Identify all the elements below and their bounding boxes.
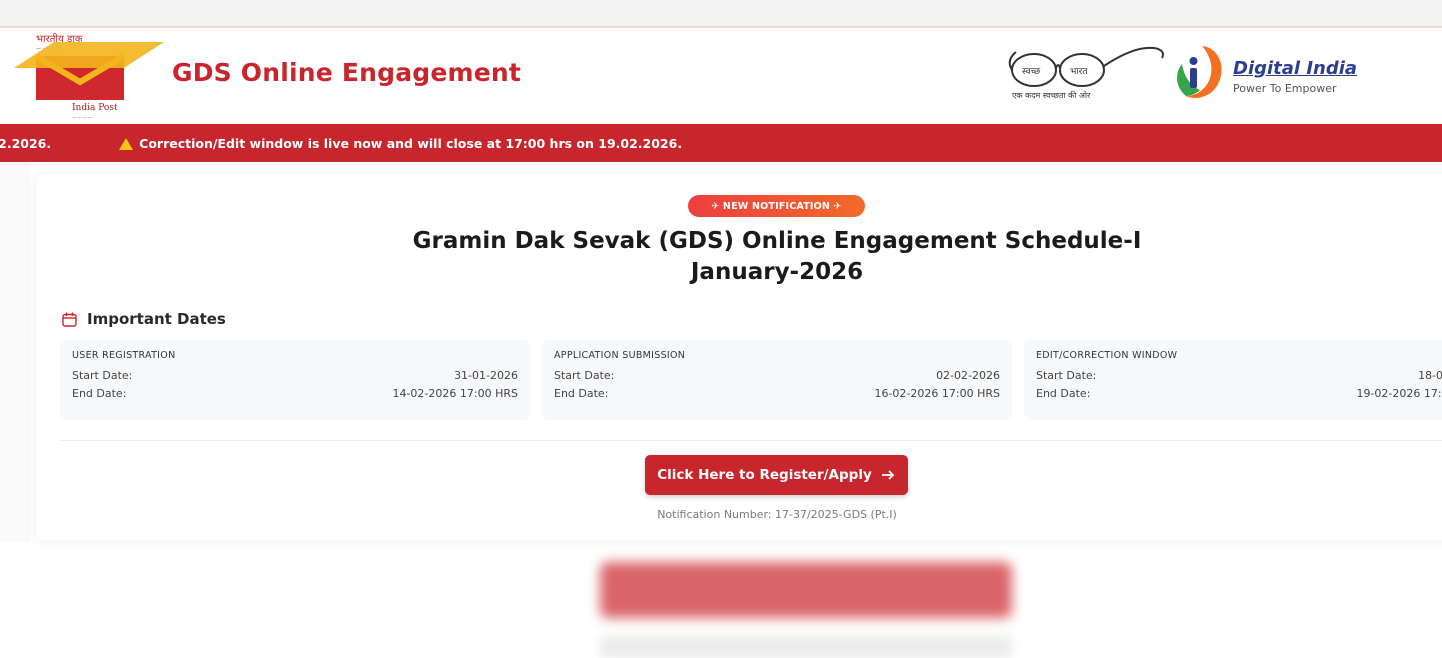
start-date-value: 31-01-2026 — [454, 369, 518, 382]
date-box-application-submission: APPLICATION SUBMISSION Start Date: 02-02… — [542, 340, 1012, 420]
start-date-label: Start Date: — [1036, 369, 1097, 382]
end-date-value: 16-02-2026 17:00 HRS — [874, 387, 1000, 400]
ticker-text: 9.02.2026. — [0, 136, 52, 151]
left-edge-panel — [0, 162, 30, 542]
digital-india-logo-icon — [1177, 46, 1222, 98]
important-dates-label: Important Dates — [87, 310, 226, 328]
section-divider — [60, 440, 1442, 441]
important-dates-heading: Important Dates — [62, 310, 226, 328]
ticker-item: Correction/Edit window is live now and w… — [119, 136, 682, 151]
notification-number: Notification Number: 17-37/2025-GDS (Pt.… — [657, 508, 897, 521]
app-title: GDS Online Engagement — [172, 58, 522, 87]
india-post-logo[interactable]: भारतीय डाक — — — — India Post — — — — — [14, 30, 164, 122]
start-date-label: Start Date: — [72, 369, 133, 382]
end-date-value: 14-02-2026 17:00 HRS — [392, 387, 518, 400]
site-header: भारतीय डाक — — — — India Post — — — — GD… — [0, 28, 1442, 124]
arrow-right-icon — [881, 470, 895, 480]
page-title-line1: Gramin Dak Sevak (GDS) Online Engagement… — [412, 228, 1142, 254]
date-box-title: EDIT/CORRECTION WINDOW — [1036, 350, 1178, 361]
svg-text:— — — —: — — — — — [72, 115, 92, 120]
start-date-label: Start Date: — [554, 369, 615, 382]
end-date-row: End Date: 14-02-2026 17:00 HRS — [72, 387, 518, 400]
calendar-icon — [62, 312, 77, 327]
blurred-strip-overlay — [600, 636, 1012, 658]
end-date-label: End Date: — [554, 387, 609, 400]
announcement-ticker: 9.02.2026. Correction/Edit window is liv… — [0, 124, 1442, 162]
ticker-item: 9.02.2026. — [0, 136, 51, 151]
end-date-label: End Date: — [1036, 387, 1091, 400]
end-date-row: End Date: 19-02-2026 17:00 HRS — [1036, 387, 1442, 400]
warning-icon — [119, 137, 134, 150]
start-date-value: 02-02-2026 — [936, 369, 1000, 382]
end-date-value: 19-02-2026 17:00 HRS — [1356, 387, 1442, 400]
bharat-word: भारत — [1070, 67, 1088, 77]
swachh-word: स्वच्छ — [1022, 67, 1041, 77]
logo-english-text: India Post — [72, 103, 118, 113]
start-date-row: Start Date: 02-02-2026 — [554, 369, 1000, 382]
register-apply-button[interactable]: Click Here to Register/Apply — [645, 455, 908, 495]
date-box-user-registration: USER REGISTRATION Start Date: 31-01-2026… — [60, 340, 530, 420]
digital-india-title: Digital India — [1233, 58, 1358, 79]
browser-top-strip — [0, 0, 1442, 28]
register-apply-label: Click Here to Register/Apply — [657, 467, 872, 483]
swachh-tagline: एक कदम स्वच्छता की ओर — [1012, 91, 1091, 100]
end-date-row: End Date: 16-02-2026 17:00 HRS — [554, 387, 1000, 400]
start-date-row: Start Date: 31-01-2026 — [72, 369, 518, 382]
new-notification-badge: ✈ NEW NOTIFICATION ✈ — [688, 195, 865, 217]
start-date-row: Start Date: 18-02-2026 — [1036, 369, 1442, 382]
page-title-line2: January-2026 — [690, 259, 864, 285]
end-date-label: End Date: — [72, 387, 127, 400]
digital-india-subtitle: Power To Empower — [1233, 82, 1337, 95]
page-title: Gramin Dak Sevak (GDS) Online Engagement… — [300, 226, 1254, 288]
blurred-button-overlay — [600, 562, 1012, 618]
date-box-title: APPLICATION SUBMISSION — [554, 350, 686, 361]
date-box-edit-correction-window: EDIT/CORRECTION WINDOW Start Date: 18-02… — [1024, 340, 1442, 420]
ticker-text: Correction/Edit window is live now and w… — [139, 136, 683, 151]
start-date-value: 18-02-2026 — [1418, 369, 1442, 382]
date-box-title: USER REGISTRATION — [72, 350, 176, 361]
